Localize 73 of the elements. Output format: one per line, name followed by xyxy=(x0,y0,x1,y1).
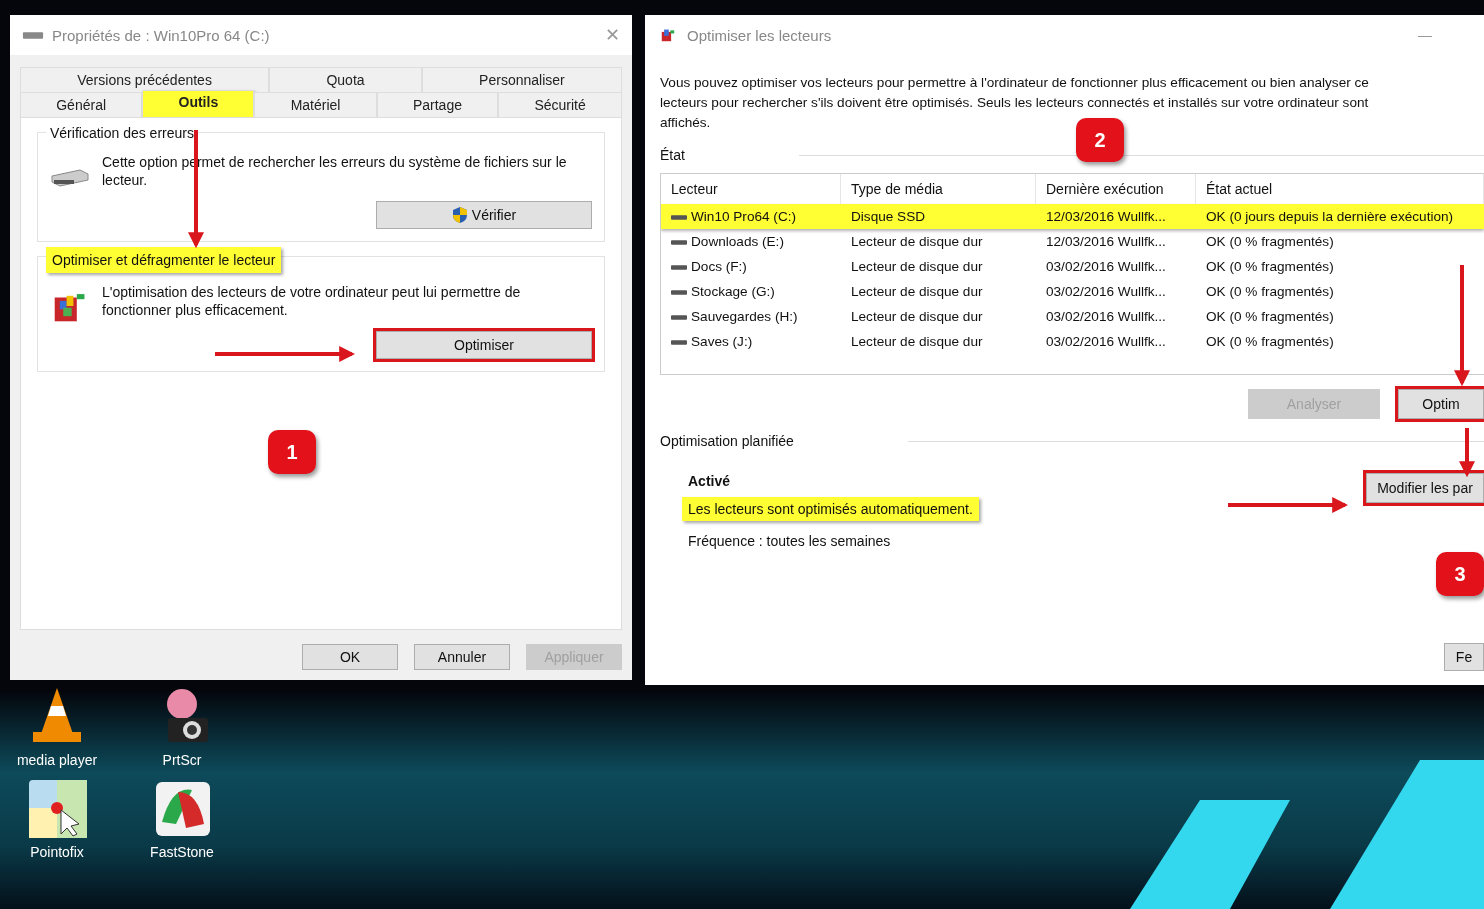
close-button[interactable]: Fe xyxy=(1444,643,1484,671)
table-cell: Lecteur de disque dur xyxy=(851,309,983,324)
table-row[interactable]: Docs (F:) Lecteur de disque dur 03/02/2016 Wullfk... OK (0 % fragmentés) xyxy=(661,254,1484,279)
drive-icon xyxy=(671,237,687,246)
intro-text: Vous pouvez optimiser vos lecteurs pour permettre à l'ordinateur de fonctionner plus efficacement ou bien analyser ce xyxy=(660,74,1370,92)
window-title: Propriétés de : Win10Pro 64 (C:) xyxy=(52,26,271,44)
table-cell: Lecteur de disque dur xyxy=(851,234,983,249)
table-cell: Sauvegardes (H:) xyxy=(691,309,798,324)
table-cell: Lecteur de disque dur xyxy=(851,284,983,299)
tab[interactable]: Quota xyxy=(269,67,422,92)
table-cell: Docs (F:) xyxy=(691,259,747,274)
dialog-button[interactable]: Annuler xyxy=(414,644,510,670)
tab[interactable]: Personnaliser xyxy=(421,67,622,92)
step-number-badge: 2 xyxy=(1076,118,1124,162)
shield-icon xyxy=(451,206,468,224)
table-row[interactable]: Stockage (G:) Lecteur de disque dur 03/02/2016 Wullfk... OK (0 % fragmentés) xyxy=(661,279,1484,304)
settings-button[interactable]: Modifier les par xyxy=(1366,473,1484,503)
tab[interactable]: Versions précédentes xyxy=(20,67,270,92)
dialog-button[interactable]: OK xyxy=(302,644,398,670)
description-text: L'optimisation des lecteurs de votre ordinateur peut lui permettre de fonctionner plus efficacement. xyxy=(102,283,522,319)
tab[interactable]: Général xyxy=(20,92,143,117)
group-title: Optimiser et défragmenter le lecteur xyxy=(46,247,282,273)
table-cell: OK (0 % fragmentés) xyxy=(1206,234,1334,249)
table-cell: 03/02/2016 Wullfk... xyxy=(1046,334,1166,349)
action-button[interactable]: Optim xyxy=(1398,389,1484,419)
tab[interactable]: Outils xyxy=(142,90,255,117)
desktop-icon-label[interactable]: Pointofix xyxy=(30,844,84,860)
desktop-icon-label[interactable]: FastStone xyxy=(150,844,214,860)
table-cell: OK (0 % fragmentés) xyxy=(1206,284,1334,299)
table-cell: Lecteur de disque dur xyxy=(851,334,983,349)
step-number-badge: 1 xyxy=(268,430,316,474)
window-title: Optimiser les lecteurs xyxy=(687,26,833,44)
table-cell: Downloads (E:) xyxy=(691,234,784,249)
desktop-icon-label[interactable]: PrtScr xyxy=(162,752,202,768)
drive-icon xyxy=(671,262,687,271)
pointer-app-icon[interactable] xyxy=(27,778,87,838)
table-cell: OK (0 jours depuis la dernière exécution) xyxy=(1206,209,1454,224)
schedule-text: Les lecteurs sont optimisés automatiquement. xyxy=(682,497,979,521)
table-cell: Win10 Pro64 (C:) xyxy=(691,209,796,224)
table-cell: Stockage (G:) xyxy=(691,284,775,299)
table-cell: OK (0 % fragmentés) xyxy=(1206,309,1334,324)
action-button[interactable]: Vérifier xyxy=(376,201,592,229)
drive-icon xyxy=(671,312,687,321)
section-heading: Optimisation planifiée xyxy=(660,433,794,449)
tab[interactable]: Matériel xyxy=(254,92,377,117)
table-cell: 03/02/2016 Wullfk... xyxy=(1046,309,1166,324)
drive-icon xyxy=(671,212,687,221)
table-cell: 03/02/2016 Wullfk... xyxy=(1046,259,1166,274)
action-button[interactable]: Optimiser xyxy=(376,331,592,359)
table-cell: 12/03/2016 Wullfk... xyxy=(1046,209,1166,224)
table-cell: OK (0 % fragmentés) xyxy=(1206,334,1334,349)
step-number-badge: 3 xyxy=(1436,552,1484,596)
drive-icon xyxy=(671,287,687,296)
table-row[interactable]: Sauvegardes (H:) Lecteur de disque dur 03/02/2016 Wullfk... OK (0 % fragmentés) xyxy=(661,304,1484,329)
table-cell: 03/02/2016 Wullfk... xyxy=(1046,284,1166,299)
tab[interactable]: Partage xyxy=(376,92,499,117)
table-row[interactable]: Saves (J:) Lecteur de disque dur 03/02/2016 Wullfk... OK (0 % fragmentés) xyxy=(661,329,1484,354)
table-row[interactable]: Win10 Pro64 (C:) Disque SSD 12/03/2016 Wullfk... OK (0 jours depuis la dernière exécution) xyxy=(661,204,1484,229)
intro-text: lecteurs pour rechercher s'ils doivent être optimisés. Seuls les lecteurs connectés et installés sur votre ordinateur sont xyxy=(660,94,1370,112)
table-cell: Saves (J:) xyxy=(691,334,753,349)
table-cell: 12/03/2016 Wullfk... xyxy=(1046,234,1166,249)
section-heading: État xyxy=(660,147,685,163)
table-row[interactable]: Downloads (E:) Lecteur de disque dur 12/03/2016 Wullfk... OK (0 % fragmentés) xyxy=(661,229,1484,254)
annotation-arrow xyxy=(1459,428,1475,478)
table-cell: OK (0 % fragmentés) xyxy=(1206,259,1334,274)
tab[interactable]: Sécurité xyxy=(498,92,623,117)
desktop-icon-label[interactable]: media player xyxy=(16,752,98,768)
drive-icon xyxy=(671,337,687,346)
schedule-status: Activé xyxy=(688,473,731,489)
intro-text: affichés. xyxy=(660,114,712,132)
table-cell: Disque SSD xyxy=(851,209,926,224)
schedule-text: Fréquence : toutes les semaines xyxy=(687,532,892,551)
table-cell: Lecteur de disque dur xyxy=(851,259,983,274)
